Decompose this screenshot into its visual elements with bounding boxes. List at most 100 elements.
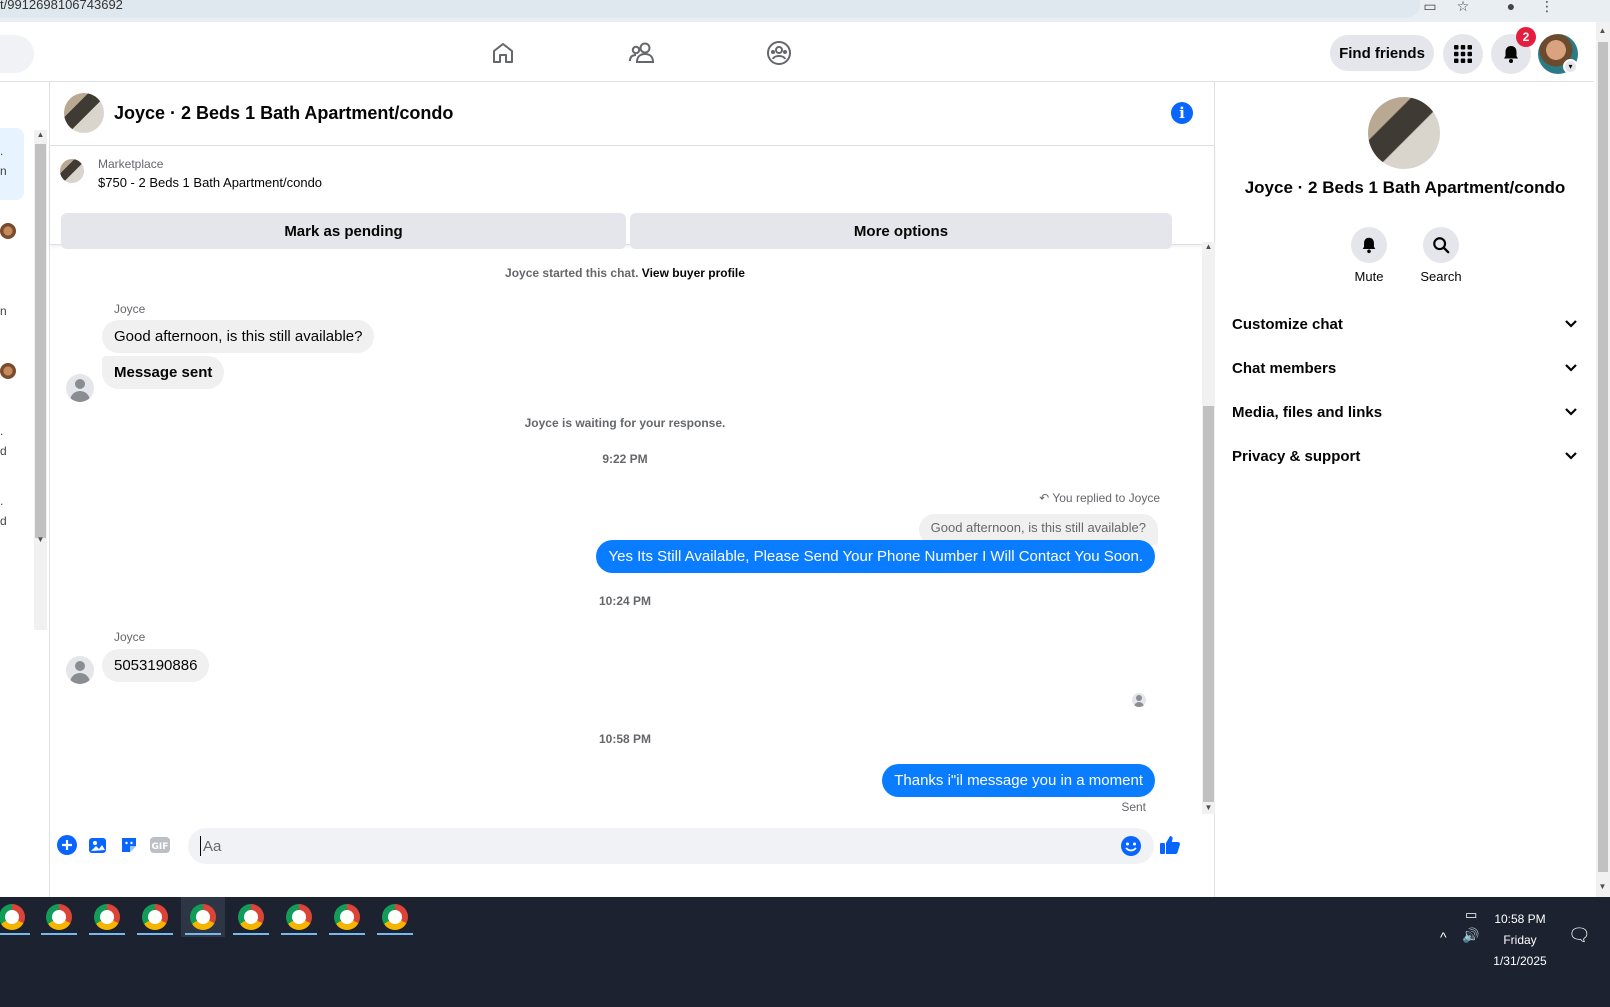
page-scrollbar[interactable]: ▲ ▼ [1596, 22, 1610, 897]
media-files-links-section[interactable]: Media, files and links [1232, 392, 1578, 432]
list-item-fragment: d [0, 514, 7, 528]
scrollbar-thumb[interactable] [1203, 406, 1214, 802]
chevron-down-icon [1564, 404, 1578, 421]
read-receipt-avatar [1132, 693, 1146, 707]
find-friends-button[interactable]: Find friends [1330, 35, 1434, 71]
list-item-fragment: d [0, 444, 7, 458]
photo-icon[interactable] [87, 834, 109, 856]
list-item-fragment: n [0, 164, 7, 178]
search-button[interactable]: Search [1411, 227, 1471, 284]
chat-panel: Joyce · 2 Beds 1 Bath Apartment/condo i … [50, 82, 1215, 897]
search-icon[interactable] [1423, 227, 1459, 263]
listing-thumbnail[interactable] [60, 159, 84, 183]
bell-icon[interactable] [1351, 227, 1387, 263]
chat-started-text: Joyce started this chat. [505, 266, 639, 280]
view-buyer-profile-link[interactable]: View buyer profile [642, 266, 745, 280]
scroll-down-arrow-icon[interactable]: ▼ [36, 535, 45, 544]
list-item-fragment: . [0, 144, 4, 158]
groups-icon[interactable] [762, 36, 796, 70]
chat-header: Joyce · 2 Beds 1 Bath Apartment/condo i [50, 82, 1215, 146]
message-thread: Joyce started this chat. View buyer prof… [50, 246, 1200, 846]
apps-grid-icon[interactable] [1443, 34, 1483, 74]
scroll-up-arrow-icon[interactable]: ▲ [36, 130, 45, 139]
sticker-icon[interactable] [118, 834, 140, 856]
details-title: Joyce · 2 Beds 1 Bath Apartment/condo [1244, 178, 1566, 197]
profile-icon[interactable]: ● [1502, 0, 1520, 14]
avatar[interactable] [66, 374, 94, 402]
outgoing-message[interactable]: Thanks i"il message you in a moment [882, 764, 1155, 797]
incoming-message[interactable]: 5053190886 [102, 649, 210, 682]
scroll-down-arrow-icon[interactable]: ▼ [1204, 803, 1213, 812]
clock-time: 10:58 PM [1494, 912, 1546, 926]
chevron-up-icon[interactable]: ^ [1440, 929, 1447, 945]
clock-date: 1/31/2025 [1493, 954, 1547, 968]
search-label: Search [1420, 269, 1462, 284]
taskbar-chrome-icon[interactable] [37, 897, 81, 937]
avatar[interactable] [66, 656, 94, 684]
outgoing-message[interactable]: Yes Its Still Available, Please Send You… [596, 540, 1155, 573]
avatar[interactable] [0, 223, 16, 239]
section-label: Customize chat [1232, 315, 1343, 333]
bookmark-star-icon[interactable]: ☆ [1454, 0, 1472, 14]
mark-as-pending-button[interactable]: Mark as pending [61, 213, 626, 249]
cast-icon[interactable]: ▭ [1421, 0, 1439, 14]
privacy-support-section[interactable]: Privacy & support [1232, 436, 1578, 476]
info-icon[interactable]: i [1171, 102, 1193, 124]
scroll-up-arrow-icon[interactable]: ▲ [1598, 26, 1607, 35]
kebab-menu-icon[interactable]: ⋮ [1538, 0, 1556, 14]
scroll-up-arrow-icon[interactable]: ▲ [1204, 242, 1213, 251]
listing-title[interactable]: $750 - 2 Beds 1 Bath Apartment/condo [98, 175, 322, 190]
top-navigation-bar: Find friends 2 ▾ [0, 22, 1594, 82]
avatar[interactable] [0, 363, 16, 379]
reply-label: ↶ You replied to Joyce [1039, 491, 1160, 505]
chat-list-scrollbar[interactable]: ▲ ▼ [34, 130, 47, 630]
gif-icon[interactable]: GIF [149, 834, 171, 856]
more-options-button[interactable]: More options [630, 213, 1172, 249]
message-input-box[interactable] [188, 828, 1154, 864]
like-thumbs-up-icon[interactable] [1158, 834, 1182, 856]
chat-title[interactable]: Joyce · 2 Beds 1 Bath Apartment/condo [114, 103, 453, 124]
scrollbar-thumb[interactable] [1598, 42, 1608, 872]
chat-list-sidebar: . n n . d . d ▲ ▼ [0, 82, 50, 897]
taskbar-chrome-icon[interactable] [85, 897, 129, 937]
plus-icon[interactable] [56, 834, 78, 856]
marketplace-label: Marketplace [98, 157, 164, 171]
chevron-down-icon [1564, 360, 1578, 377]
taskbar-chrome-icon[interactable] [373, 897, 417, 937]
svg-text:GIF: GIF [152, 842, 169, 852]
chat-members-section[interactable]: Chat members [1232, 348, 1578, 388]
incoming-message[interactable]: Message sent [102, 356, 225, 389]
emoji-icon[interactable] [1120, 835, 1142, 862]
listing-photo-large[interactable] [1368, 97, 1440, 169]
browser-url-strip: t/9912698106743692 ▭ ☆ ● ⋮ [0, 0, 1610, 22]
chat-started-notice: Joyce started this chat. View buyer prof… [50, 266, 1200, 280]
home-icon[interactable] [486, 36, 520, 70]
friends-icon[interactable] [625, 36, 659, 70]
chevron-down-icon[interactable]: ▾ [1563, 59, 1578, 74]
taskbar-chrome-icon[interactable] [133, 897, 177, 937]
timestamp: 10:58 PM [598, 732, 652, 746]
chat-scrollbar[interactable]: ▲ ▼ [1202, 242, 1215, 814]
taskbar-chrome-icon[interactable] [325, 897, 369, 937]
system-clock[interactable]: 10:58 PM Friday 1/31/2025 [1480, 909, 1560, 972]
notification-count-badge: 2 [1516, 27, 1536, 47]
listing-photo[interactable] [64, 93, 104, 133]
taskbar-chrome-icon[interactable] [181, 897, 225, 937]
customize-chat-section[interactable]: Customize chat [1232, 304, 1578, 344]
list-item-fragment: . [0, 424, 4, 438]
scrollbar-thumb[interactable] [35, 144, 46, 538]
mute-label: Mute [1354, 269, 1384, 284]
clock-day: Friday [1503, 933, 1537, 947]
mute-button[interactable]: Mute [1339, 227, 1399, 284]
taskbar-chrome-icon[interactable] [0, 897, 34, 937]
speaker-volume-icon[interactable]: 🔊 [1462, 927, 1479, 944]
taskbar-chrome-icon[interactable] [229, 897, 273, 937]
address-bar[interactable]: t/9912698106743692 [0, 0, 1420, 18]
network-display-icon[interactable]: ▭ [1465, 907, 1477, 923]
message-input[interactable] [200, 836, 1100, 856]
incoming-message[interactable]: Good afternoon, is this still available? [102, 320, 375, 353]
scroll-down-arrow-icon[interactable]: ▼ [1598, 882, 1607, 891]
search-box[interactable] [0, 35, 34, 73]
taskbar-chrome-icon[interactable] [277, 897, 321, 937]
notifications-center-icon[interactable]: 🗨 [1568, 925, 1591, 946]
